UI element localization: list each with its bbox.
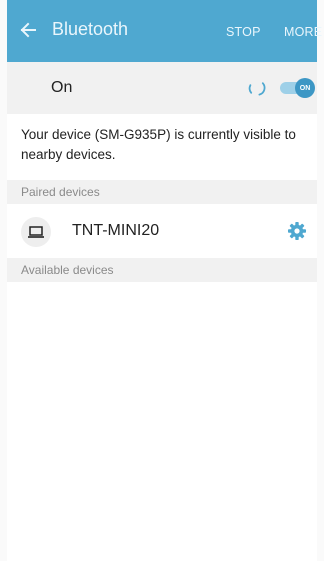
gear-icon[interactable] <box>287 221 307 241</box>
arrow-left-icon <box>20 22 36 38</box>
visibility-message: Your device (SM-G935P) is currently visi… <box>21 127 296 162</box>
device-name: TNT-MINI20 <box>72 222 160 239</box>
scanning-spinner-icon <box>248 82 266 96</box>
paired-devices-header-label: Paired devices <box>21 185 100 199</box>
toggle-thumb: ON <box>295 78 315 98</box>
page-title: Bluetooth <box>52 19 129 39</box>
screen-edge-right <box>317 0 324 561</box>
available-devices-header: Available devices <box>7 258 317 282</box>
screen-edge-left <box>0 0 7 561</box>
laptop-icon <box>28 226 44 238</box>
stop-button[interactable]: STOP <box>226 25 261 39</box>
device-icon-badge <box>21 217 51 247</box>
bluetooth-screen: Bluetooth STOP MORE On ON Your device (S… <box>0 0 324 561</box>
app-bar: Bluetooth STOP MORE <box>7 0 322 62</box>
master-switch-label: On <box>51 79 73 96</box>
paired-devices-header: Paired devices <box>7 180 317 204</box>
back-button[interactable] <box>13 15 43 45</box>
bluetooth-master-switch-row[interactable]: On ON <box>7 62 317 114</box>
available-devices-header-label: Available devices <box>21 263 114 277</box>
paired-device-row[interactable]: TNT-MINI20 <box>7 204 317 258</box>
more-button[interactable]: MORE <box>284 25 322 39</box>
bluetooth-toggle[interactable]: ON <box>280 78 316 98</box>
